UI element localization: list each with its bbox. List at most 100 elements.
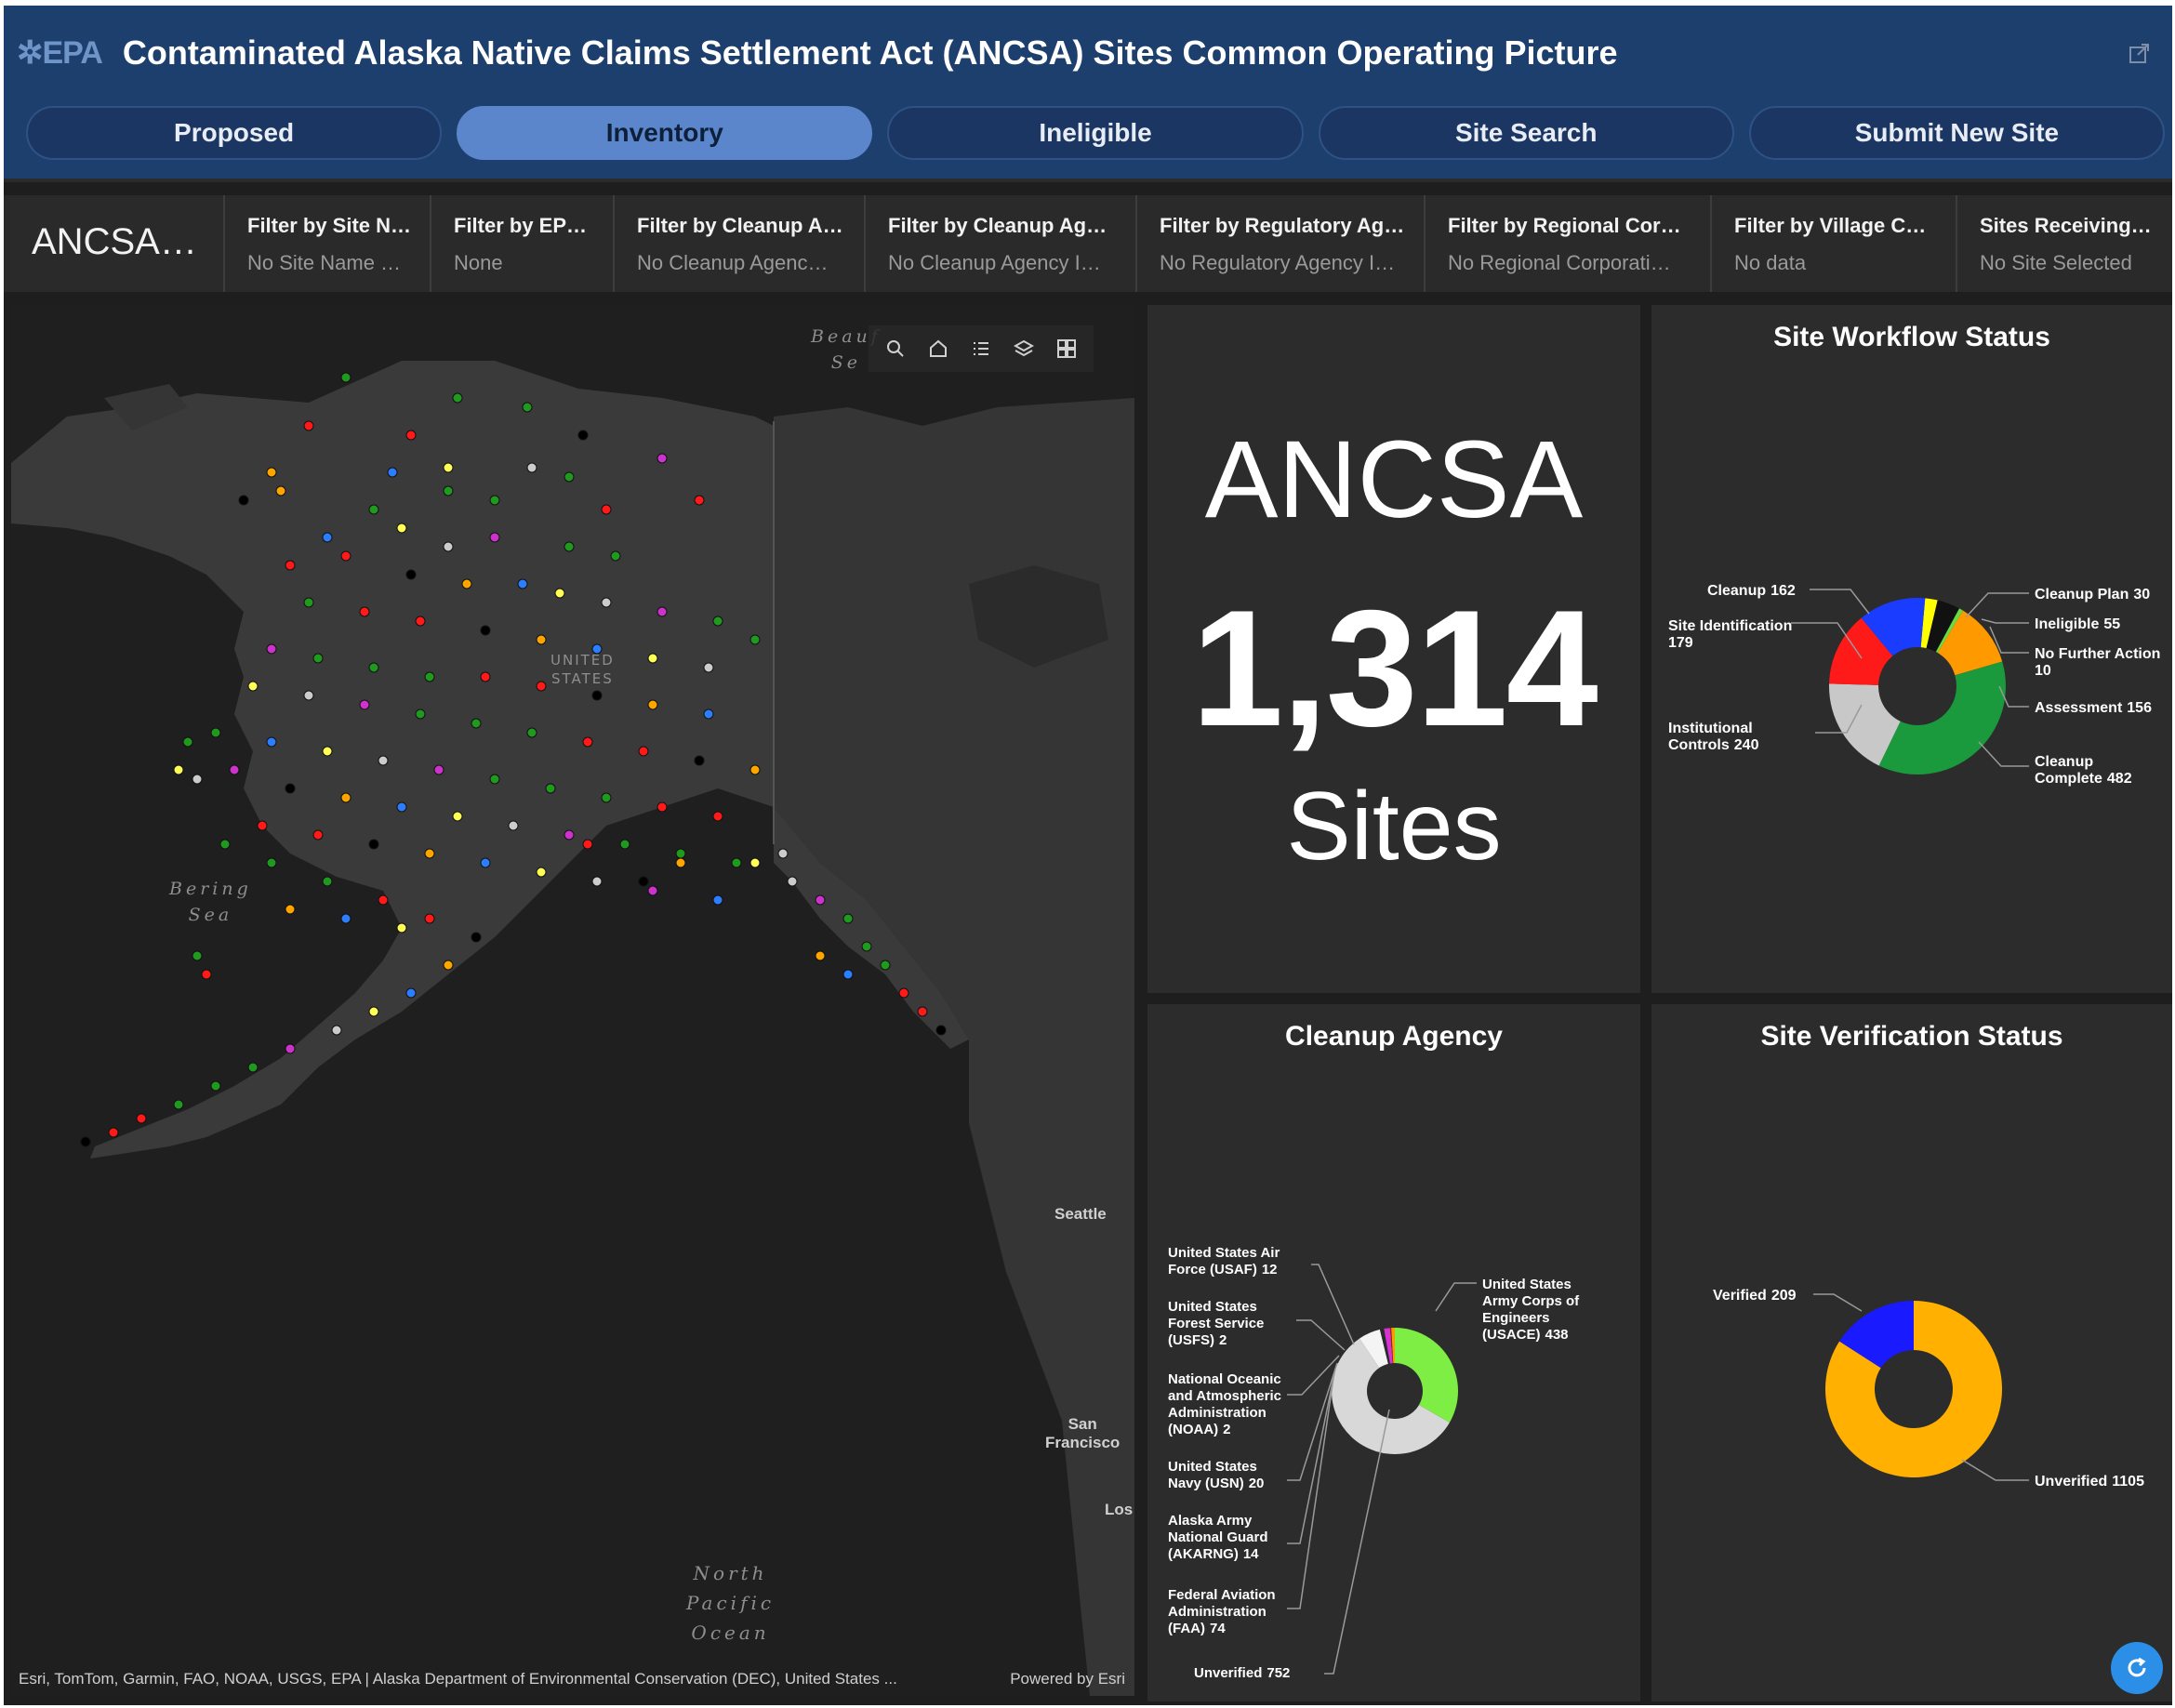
site-marker[interactable]	[712, 616, 723, 627]
site-marker[interactable]	[591, 876, 603, 887]
site-marker[interactable]	[703, 662, 714, 673]
filter-epa[interactable]: Filter by EP… None	[431, 195, 615, 292]
site-marker[interactable]	[749, 857, 761, 868]
site-marker[interactable]	[331, 1025, 342, 1036]
site-marker[interactable]	[647, 699, 658, 710]
map-view[interactable]: Beauf Se UNITED STATES Bering Sea North …	[11, 305, 1134, 1696]
site-marker[interactable]	[787, 876, 798, 887]
site-marker[interactable]	[312, 653, 324, 664]
filter-village-corporation[interactable]: Filter by Village C… No data	[1712, 195, 1957, 292]
site-marker[interactable]	[443, 541, 454, 552]
site-marker[interactable]	[554, 588, 565, 599]
site-marker[interactable]	[582, 736, 593, 748]
ancsa-selector[interactable]: ANCSA…	[4, 195, 225, 292]
site-marker[interactable]	[712, 811, 723, 822]
site-marker[interactable]	[303, 690, 314, 701]
site-marker[interactable]	[480, 671, 491, 682]
site-marker[interactable]	[880, 960, 891, 971]
layers-icon[interactable]	[1004, 329, 1043, 368]
site-marker[interactable]	[443, 462, 454, 473]
site-marker[interactable]	[898, 987, 909, 999]
site-marker[interactable]	[712, 894, 723, 906]
site-marker[interactable]	[842, 913, 854, 924]
site-marker[interactable]	[582, 839, 593, 850]
site-marker[interactable]	[415, 616, 426, 627]
site-marker[interactable]	[619, 839, 630, 850]
site-marker[interactable]	[424, 848, 435, 859]
site-marker[interactable]	[489, 495, 500, 506]
site-marker[interactable]	[396, 523, 407, 534]
site-marker[interactable]	[577, 430, 589, 441]
site-marker[interactable]	[815, 894, 826, 906]
site-marker[interactable]	[266, 643, 277, 655]
powered-by-esri[interactable]: Powered by Esri	[1010, 1670, 1125, 1688]
agency-donut-chart[interactable]: United States Air Force (USAF) 12 United S…	[1147, 1004, 1640, 1701]
site-marker[interactable]	[526, 727, 537, 738]
site-marker[interactable]	[489, 774, 500, 785]
site-marker[interactable]	[182, 736, 193, 748]
site-marker[interactable]	[443, 960, 454, 971]
site-marker[interactable]	[368, 662, 379, 673]
home-icon[interactable]	[919, 329, 958, 368]
site-marker[interactable]	[192, 950, 203, 961]
site-marker[interactable]	[219, 839, 231, 850]
site-marker[interactable]	[285, 1043, 296, 1054]
site-marker[interactable]	[303, 420, 314, 431]
site-marker[interactable]	[396, 922, 407, 933]
site-marker[interactable]	[656, 801, 668, 813]
site-marker[interactable]	[415, 708, 426, 720]
site-marker[interactable]	[656, 453, 668, 464]
site-marker[interactable]	[694, 495, 705, 506]
site-marker[interactable]	[508, 820, 519, 831]
tab-site-search[interactable]: Site Search	[1318, 106, 1734, 160]
site-marker[interactable]	[480, 857, 491, 868]
site-marker[interactable]	[322, 876, 333, 887]
site-marker[interactable]	[536, 634, 547, 645]
site-marker[interactable]	[471, 932, 482, 943]
site-marker[interactable]	[80, 1136, 91, 1147]
site-marker[interactable]	[536, 867, 547, 878]
donut-slice-united-states-army-corps-of-engineers-usace[interactable]	[1395, 1328, 1458, 1423]
donut-slice-cleanup-complete[interactable]	[1878, 661, 2006, 775]
site-marker[interactable]	[647, 885, 658, 896]
site-marker[interactable]	[266, 467, 277, 478]
site-marker[interactable]	[378, 894, 389, 906]
site-marker[interactable]	[638, 746, 649, 757]
site-marker[interactable]	[731, 857, 742, 868]
site-marker[interactable]	[452, 392, 463, 404]
site-marker[interactable]	[285, 904, 296, 915]
site-marker[interactable]	[638, 876, 649, 887]
site-marker[interactable]	[210, 727, 221, 738]
site-marker[interactable]	[443, 485, 454, 497]
site-marker[interactable]	[601, 792, 612, 803]
site-marker[interactable]	[526, 462, 537, 473]
site-marker[interactable]	[675, 857, 686, 868]
site-marker[interactable]	[656, 606, 668, 617]
site-marker[interactable]	[396, 801, 407, 813]
site-marker[interactable]	[387, 467, 398, 478]
site-marker[interactable]	[192, 774, 203, 785]
site-marker[interactable]	[368, 839, 379, 850]
site-marker[interactable]	[405, 987, 417, 999]
filter-cleanup-agency-id[interactable]: Filter by Cleanup Ag… No Cleanup Agency …	[866, 195, 1137, 292]
site-marker[interactable]	[136, 1113, 147, 1124]
site-marker[interactable]	[303, 597, 314, 608]
site-marker[interactable]	[861, 941, 872, 952]
site-marker[interactable]	[210, 1080, 221, 1092]
basemap-icon[interactable]	[1047, 329, 1086, 368]
tab-ineligible[interactable]: Ineligible	[887, 106, 1304, 160]
site-marker[interactable]	[842, 969, 854, 980]
tab-proposed[interactable]: Proposed	[26, 106, 443, 160]
site-marker[interactable]	[238, 495, 249, 506]
site-marker[interactable]	[694, 755, 705, 766]
site-marker[interactable]	[405, 430, 417, 441]
site-marker[interactable]	[591, 690, 603, 701]
site-marker[interactable]	[359, 699, 370, 710]
site-marker[interactable]	[610, 550, 621, 562]
filter-site-name[interactable]: Filter by Site N… No Site Name …	[225, 195, 431, 292]
site-marker[interactable]	[322, 746, 333, 757]
site-marker[interactable]	[266, 736, 277, 748]
site-marker[interactable]	[749, 764, 761, 775]
site-marker[interactable]	[564, 541, 575, 552]
site-marker[interactable]	[173, 1099, 184, 1110]
